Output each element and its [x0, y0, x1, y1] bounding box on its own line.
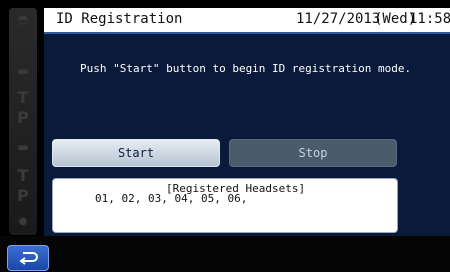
bottom-bar — [0, 236, 450, 272]
settings-icon: ● — [18, 216, 28, 227]
page-title: ID Registration — [56, 11, 183, 27]
registered-headsets-panel: [Registered Headsets] 01, 02, 03, 04, 05… — [52, 178, 398, 233]
screen: ◓ ▬ T P ▬ T P ● ID Registration 11/27/20… — [0, 0, 450, 272]
letter-p-icon: P — [17, 186, 29, 205]
letter-t-icon: T — [17, 88, 29, 107]
instruction-text: Push "Start" button to begin ID registra… — [80, 62, 412, 75]
time-label: 11:58 — [409, 11, 450, 27]
return-arrow-icon — [19, 252, 38, 265]
headset-icon: ◓ — [17, 12, 29, 26]
back-button[interactable] — [7, 245, 49, 271]
stop-button[interactable]: Stop — [229, 139, 397, 167]
sidebar: ◓ ▬ T P ▬ T P ● — [9, 8, 37, 235]
letter-p-icon: P — [17, 108, 29, 127]
registered-headsets-list: 01, 02, 03, 04, 05, 06, — [95, 192, 248, 205]
car-icon: ▬ — [17, 140, 29, 154]
date-label: 11/27/2013 — [296, 11, 381, 27]
car-icon: ▬ — [17, 64, 29, 78]
start-button[interactable]: Start — [52, 139, 220, 167]
letter-t-icon: T — [17, 166, 29, 185]
header-bar: ID Registration 11/27/2013 (Wed) 11:58 — [44, 8, 450, 32]
